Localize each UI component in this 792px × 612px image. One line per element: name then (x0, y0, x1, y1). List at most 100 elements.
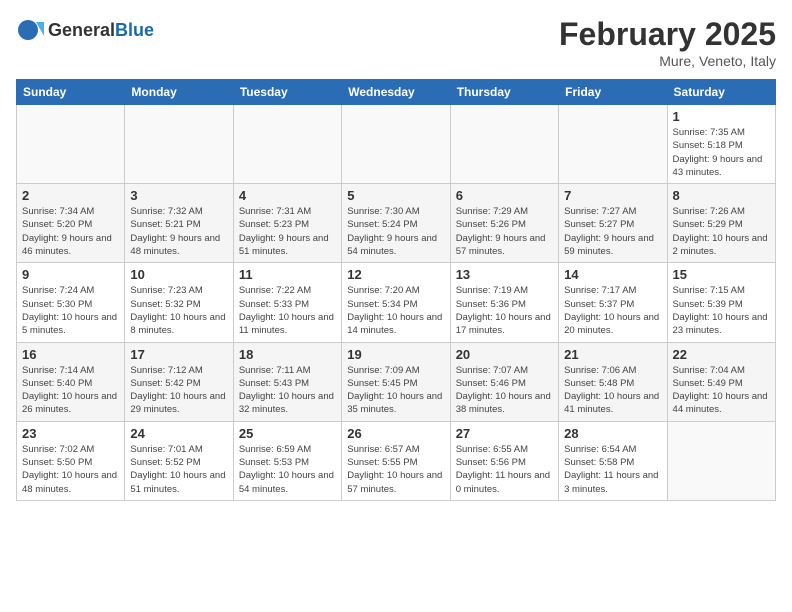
day-info: Sunrise: 7:27 AM Sunset: 5:27 PM Dayligh… (564, 205, 661, 258)
weekday-header-monday: Monday (125, 80, 233, 105)
day-info: Sunrise: 7:09 AM Sunset: 5:45 PM Dayligh… (347, 364, 444, 417)
calendar-cell: 25 Sunrise: 6:59 AM Sunset: 5:53 PM Dayli… (233, 421, 341, 500)
page-header: GeneralBlue February 2025 Mure, Veneto, … (16, 16, 776, 69)
calendar-cell: 8 Sunrise: 7:26 AM Sunset: 5:29 PM Daylig… (667, 184, 775, 263)
calendar-cell: 12 Sunrise: 7:20 AM Sunset: 5:34 PM Dayli… (342, 263, 450, 342)
title-block: February 2025 Mure, Veneto, Italy (559, 16, 776, 69)
day-info: Sunrise: 7:29 AM Sunset: 5:26 PM Dayligh… (456, 205, 553, 258)
week-row-1: 1 Sunrise: 7:35 AM Sunset: 5:18 PM Daylig… (17, 105, 776, 184)
calendar-cell: 22 Sunrise: 7:04 AM Sunset: 5:49 PM Dayli… (667, 342, 775, 421)
calendar-cell: 24Sunrise: 7:01 AM Sunset: 5:52 PM Dayli… (125, 421, 233, 500)
weekday-header-sunday: Sunday (17, 80, 125, 105)
day-number: 7 (564, 188, 661, 203)
calendar-subtitle: Mure, Veneto, Italy (559, 53, 776, 69)
calendar-cell: 15 Sunrise: 7:15 AM Sunset: 5:39 PM Dayli… (667, 263, 775, 342)
day-number: 21 (564, 347, 661, 362)
day-info: Sunrise: 6:54 AM Sunset: 5:58 PM Dayligh… (564, 443, 661, 496)
day-number: 22 (673, 347, 770, 362)
calendar-cell: 16 Sunrise: 7:14 AM Sunset: 5:40 PM Dayli… (17, 342, 125, 421)
calendar-cell: 13 Sunrise: 7:19 AM Sunset: 5:36 PM Dayli… (450, 263, 558, 342)
day-number: 2 (22, 188, 119, 203)
day-number: 20 (456, 347, 553, 362)
day-info: Sunrise: 7:35 AM Sunset: 5:18 PM Dayligh… (673, 126, 770, 179)
week-row-2: 2 Sunrise: 7:34 AM Sunset: 5:20 PM Daylig… (17, 184, 776, 263)
calendar-cell: 1 Sunrise: 7:35 AM Sunset: 5:18 PM Daylig… (667, 105, 775, 184)
weekday-header-friday: Friday (559, 80, 667, 105)
day-info: Sunrise: 6:59 AM Sunset: 5:53 PM Dayligh… (239, 443, 336, 496)
day-info: Sunrise: 7:02 AM Sunset: 5:50 PM Dayligh… (22, 443, 119, 496)
day-number: 13 (456, 267, 553, 282)
calendar-cell: 28 Sunrise: 6:54 AM Sunset: 5:58 PM Dayli… (559, 421, 667, 500)
calendar-cell: 18 Sunrise: 7:11 AM Sunset: 5:43 PM Dayli… (233, 342, 341, 421)
day-info: Sunrise: 7:30 AM Sunset: 5:24 PM Dayligh… (347, 205, 444, 258)
calendar-cell: 7 Sunrise: 7:27 AM Sunset: 5:27 PM Daylig… (559, 184, 667, 263)
logo: GeneralBlue (16, 16, 154, 44)
day-info: Sunrise: 7:15 AM Sunset: 5:39 PM Dayligh… (673, 284, 770, 337)
weekday-header-tuesday: Tuesday (233, 80, 341, 105)
day-number: 18 (239, 347, 336, 362)
day-info: Sunrise: 7:31 AM Sunset: 5:23 PM Dayligh… (239, 205, 336, 258)
calendar-cell (667, 421, 775, 500)
day-info: Sunrise: 6:55 AM Sunset: 5:56 PM Dayligh… (456, 443, 553, 496)
calendar-cell: 3Sunrise: 7:32 AM Sunset: 5:21 PM Daylig… (125, 184, 233, 263)
day-number: 25 (239, 426, 336, 441)
weekday-header-saturday: Saturday (667, 80, 775, 105)
day-number: 11 (239, 267, 336, 282)
weekday-header-row: SundayMondayTuesdayWednesdayThursdayFrid… (17, 80, 776, 105)
calendar-cell: 5Sunrise: 7:30 AM Sunset: 5:24 PM Daylig… (342, 184, 450, 263)
calendar-cell: 6 Sunrise: 7:29 AM Sunset: 5:26 PM Daylig… (450, 184, 558, 263)
day-number: 12 (347, 267, 444, 282)
day-number: 26 (347, 426, 444, 441)
calendar-cell: 14 Sunrise: 7:17 AM Sunset: 5:37 PM Dayli… (559, 263, 667, 342)
day-info: Sunrise: 7:11 AM Sunset: 5:43 PM Dayligh… (239, 364, 336, 417)
calendar-cell: 2 Sunrise: 7:34 AM Sunset: 5:20 PM Daylig… (17, 184, 125, 263)
day-number: 15 (673, 267, 770, 282)
day-number: 27 (456, 426, 553, 441)
day-number: 1 (673, 109, 770, 124)
calendar-cell: 4Sunrise: 7:31 AM Sunset: 5:23 PM Daylig… (233, 184, 341, 263)
day-info: Sunrise: 7:06 AM Sunset: 5:48 PM Dayligh… (564, 364, 661, 417)
calendar-cell: 26 Sunrise: 6:57 AM Sunset: 5:55 PM Dayli… (342, 421, 450, 500)
calendar-cell (450, 105, 558, 184)
logo-general: General (48, 20, 115, 40)
day-info: Sunrise: 7:24 AM Sunset: 5:30 PM Dayligh… (22, 284, 119, 337)
calendar-cell: 20 Sunrise: 7:07 AM Sunset: 5:46 PM Dayli… (450, 342, 558, 421)
calendar-cell: 9 Sunrise: 7:24 AM Sunset: 5:30 PM Daylig… (17, 263, 125, 342)
day-info: Sunrise: 7:14 AM Sunset: 5:40 PM Dayligh… (22, 364, 119, 417)
day-info: Sunrise: 7:34 AM Sunset: 5:20 PM Dayligh… (22, 205, 119, 258)
day-number: 28 (564, 426, 661, 441)
day-number: 10 (130, 267, 227, 282)
calendar-cell (125, 105, 233, 184)
day-number: 6 (456, 188, 553, 203)
calendar-cell: 23Sunrise: 7:02 AM Sunset: 5:50 PM Dayli… (17, 421, 125, 500)
day-number: 8 (673, 188, 770, 203)
day-info: Sunrise: 7:22 AM Sunset: 5:33 PM Dayligh… (239, 284, 336, 337)
day-number: 14 (564, 267, 661, 282)
day-number: 9 (22, 267, 119, 282)
day-info: Sunrise: 7:01 AM Sunset: 5:52 PM Dayligh… (130, 443, 227, 496)
day-info: Sunrise: 7:17 AM Sunset: 5:37 PM Dayligh… (564, 284, 661, 337)
calendar-cell (342, 105, 450, 184)
weekday-header-thursday: Thursday (450, 80, 558, 105)
day-info: Sunrise: 7:23 AM Sunset: 5:32 PM Dayligh… (130, 284, 227, 337)
calendar-cell (233, 105, 341, 184)
day-info: Sunrise: 7:12 AM Sunset: 5:42 PM Dayligh… (130, 364, 227, 417)
day-info: Sunrise: 7:32 AM Sunset: 5:21 PM Dayligh… (130, 205, 227, 258)
day-info: Sunrise: 7:07 AM Sunset: 5:46 PM Dayligh… (456, 364, 553, 417)
week-row-3: 9 Sunrise: 7:24 AM Sunset: 5:30 PM Daylig… (17, 263, 776, 342)
day-info: Sunrise: 7:20 AM Sunset: 5:34 PM Dayligh… (347, 284, 444, 337)
day-info: Sunrise: 7:04 AM Sunset: 5:49 PM Dayligh… (673, 364, 770, 417)
day-info: Sunrise: 7:26 AM Sunset: 5:29 PM Dayligh… (673, 205, 770, 258)
day-number: 16 (22, 347, 119, 362)
day-info: Sunrise: 7:19 AM Sunset: 5:36 PM Dayligh… (456, 284, 553, 337)
weekday-header-wednesday: Wednesday (342, 80, 450, 105)
calendar-cell: 27 Sunrise: 6:55 AM Sunset: 5:56 PM Dayli… (450, 421, 558, 500)
calendar-cell: 17 Sunrise: 7:12 AM Sunset: 5:42 PM Dayli… (125, 342, 233, 421)
calendar-title: February 2025 (559, 16, 776, 53)
day-number: 17 (130, 347, 227, 362)
day-info: Sunrise: 6:57 AM Sunset: 5:55 PM Dayligh… (347, 443, 444, 496)
logo-blue: Blue (115, 20, 154, 40)
day-number: 19 (347, 347, 444, 362)
calendar-table: SundayMondayTuesdayWednesdayThursdayFrid… (16, 79, 776, 501)
week-row-5: 23Sunrise: 7:02 AM Sunset: 5:50 PM Dayli… (17, 421, 776, 500)
